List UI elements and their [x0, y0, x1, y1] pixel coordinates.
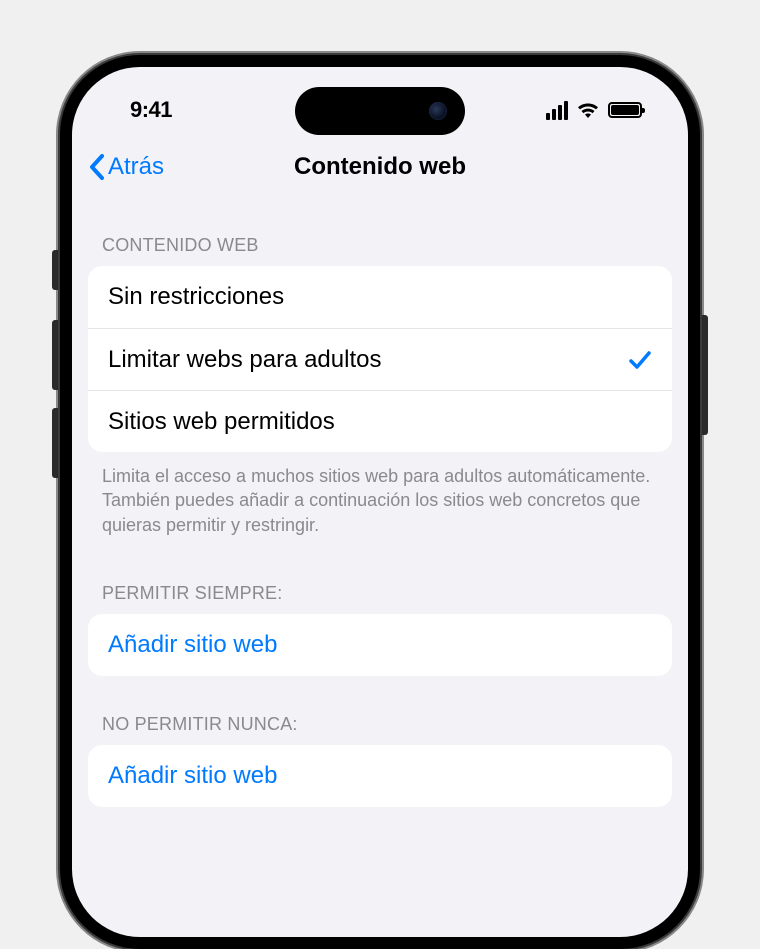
navigation-bar: Atrás Contenido web: [72, 137, 688, 197]
dynamic-island: [295, 87, 465, 135]
section-header-always-allow: PERMITIR SIEMPRE:: [72, 545, 688, 614]
volume-down: [52, 408, 58, 478]
front-camera: [429, 102, 447, 120]
add-website-allow-button[interactable]: Añadir sitio web: [88, 614, 672, 676]
always-allow-group: Añadir sitio web: [88, 614, 672, 676]
option-label: Sin restricciones: [108, 283, 284, 311]
add-website-label: Añadir sitio web: [108, 762, 277, 790]
add-website-label: Añadir sitio web: [108, 631, 277, 659]
cellular-signal-icon: [546, 101, 568, 120]
section-header-never-allow: NO PERMITIR NUNCA:: [72, 676, 688, 745]
battery-icon: [608, 102, 642, 118]
wifi-icon: [576, 101, 600, 119]
add-website-block-button[interactable]: Añadir sitio web: [88, 745, 672, 807]
back-button[interactable]: Atrás: [88, 153, 164, 181]
phone-frame: 9:41 At: [60, 55, 700, 949]
back-label: Atrás: [108, 153, 164, 181]
status-time: 9:41: [112, 97, 172, 123]
volume-up: [52, 320, 58, 390]
section-header-web-content: CONTENIDO WEB: [72, 197, 688, 266]
option-label: Sitios web permitidos: [108, 408, 335, 436]
never-allow-group: Añadir sitio web: [88, 745, 672, 807]
page-title: Contenido web: [72, 153, 688, 181]
mute-switch: [52, 250, 58, 290]
option-allowed-only[interactable]: Sitios web permitidos: [88, 390, 672, 452]
content: CONTENIDO WEB Sin restricciones Limitar …: [72, 197, 688, 807]
option-limit-adult[interactable]: Limitar webs para adultos: [88, 328, 672, 390]
screen: 9:41 At: [72, 67, 688, 937]
power-button: [702, 315, 708, 435]
restriction-options-group: Sin restricciones Limitar webs para adul…: [88, 266, 672, 452]
option-unrestricted[interactable]: Sin restricciones: [88, 266, 672, 328]
checkmark-icon: [628, 348, 652, 372]
section-footer-description: Limita el acceso a muchos sitios web par…: [72, 452, 688, 545]
chevron-left-icon: [88, 153, 106, 181]
option-label: Limitar webs para adultos: [108, 346, 381, 374]
